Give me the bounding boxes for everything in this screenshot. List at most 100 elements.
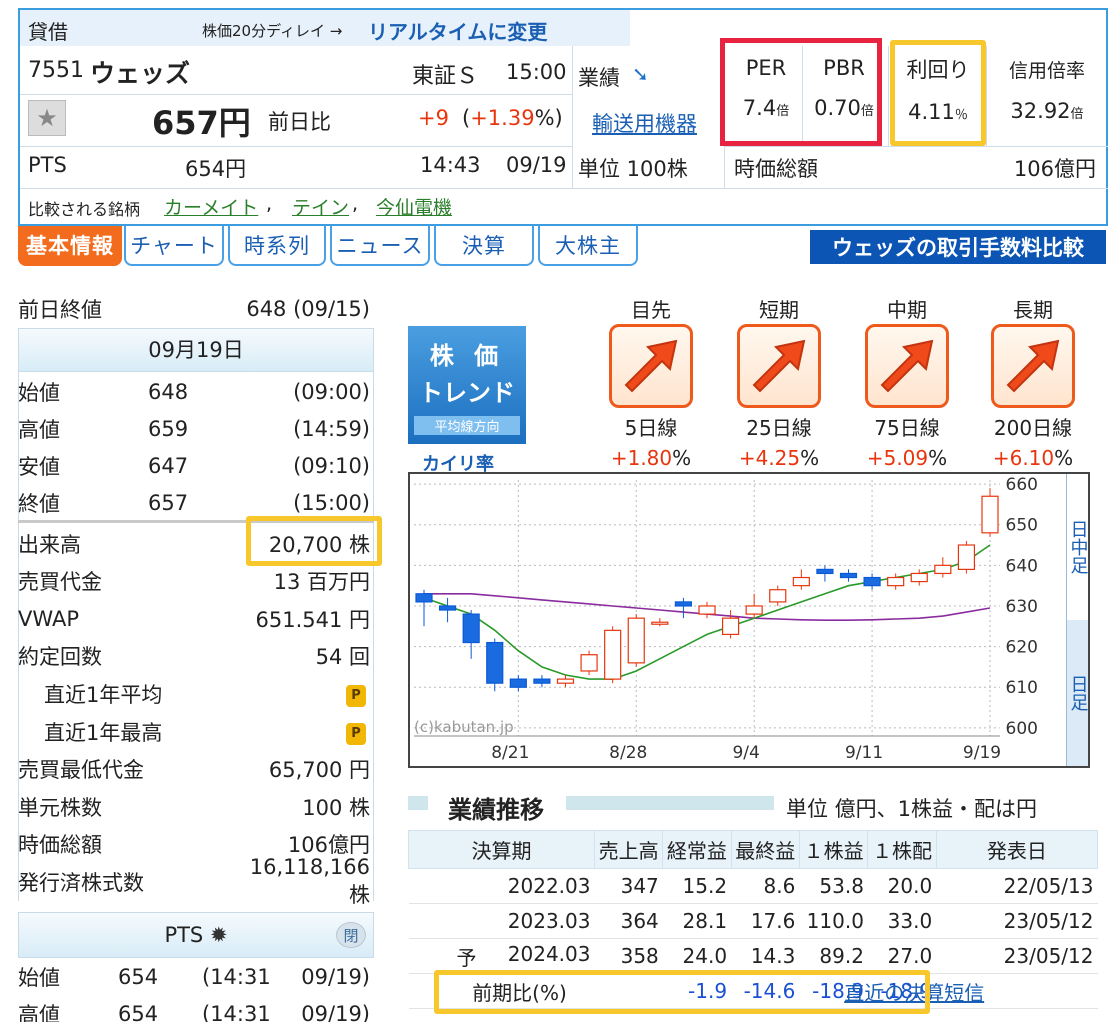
stat-row: 売買代金 13 百万円 bbox=[18, 563, 374, 600]
compared-link-carmate[interactable]: カーメイト bbox=[164, 193, 258, 220]
ohlc-row: 高値 659 (14:59) bbox=[18, 410, 374, 447]
quote-time: 15:00 bbox=[506, 60, 567, 84]
margin-value: 32.92 bbox=[1010, 99, 1071, 123]
stat-row: VWAP 651.541 円 bbox=[18, 600, 374, 637]
trend-up-arrow-icon bbox=[737, 324, 821, 408]
pts-header-label: PTS bbox=[164, 923, 204, 947]
candle-body bbox=[604, 629, 622, 680]
sector-link[interactable]: 輸送用機器 bbox=[592, 108, 697, 138]
candle-body bbox=[415, 593, 433, 603]
stat-label: VWAP bbox=[18, 606, 80, 631]
y-tick-label: 620 bbox=[1006, 638, 1038, 658]
y-tick-label: 630 bbox=[1006, 597, 1038, 617]
kairi-pct: +5.09 bbox=[866, 446, 929, 470]
trend-badge-line2: トレンド bbox=[419, 379, 515, 407]
candle-body bbox=[887, 576, 905, 587]
perf-cell: 14.3 bbox=[731, 938, 800, 974]
highlight-volume bbox=[246, 516, 382, 566]
trend-ma-label: 200日線 bbox=[993, 416, 1073, 440]
market-label: 東証Ｓ bbox=[412, 64, 479, 89]
premium-lock-icon[interactable]: P bbox=[346, 723, 366, 745]
perf-header-cell: 売上高 bbox=[593, 830, 664, 869]
ohlc-label: 終値 bbox=[18, 491, 60, 516]
perf-row: 2022.03 347 15.2 8.6 53.8 20.0 22/05/13 bbox=[408, 868, 1098, 904]
pts-header: PTS ✹ bbox=[18, 912, 374, 958]
x-tick-label: 9/11 bbox=[845, 743, 883, 763]
perf-period: 2023.03 bbox=[507, 909, 591, 933]
current-price: 657円 bbox=[152, 104, 251, 142]
settings-gear-icon: ✹ bbox=[209, 923, 228, 947]
highlight-yoy bbox=[434, 970, 930, 1014]
pts-close-button[interactable]: 閉 bbox=[336, 922, 366, 948]
tab-timeseries[interactable]: 時系列 bbox=[228, 226, 326, 266]
tab-earnings[interactable]: 決算 bbox=[434, 226, 534, 266]
ohlc-time: (14:59) bbox=[293, 416, 370, 441]
price-chart[interactable]: 600 610 620 630 640 650 660 8/21 8/28 9/4 9/11 9/19… bbox=[408, 472, 1090, 768]
price-chart-svg: 600 610 620 630 640 650 660 8/21 8/28 9/4 9/11 9/19… bbox=[414, 475, 1038, 763]
trend-ma-label: 25日線 bbox=[746, 416, 812, 440]
premium-lock-icon[interactable]: P bbox=[346, 685, 366, 708]
candle-body bbox=[934, 564, 952, 575]
ohlc-row: 安値 647 (09:10) bbox=[18, 447, 374, 484]
ohlc-time: (15:00) bbox=[293, 490, 370, 515]
forecast-prefix: 予 bbox=[456, 945, 477, 970]
ohlc-label: 始値 bbox=[18, 380, 60, 405]
stat-label: 出来高 bbox=[18, 532, 81, 557]
title-bar-mid bbox=[566, 796, 774, 810]
perf-cell: 364 bbox=[594, 903, 663, 939]
performance-unit-note: 単位 億円、1株益・配は円 bbox=[786, 797, 1038, 821]
perf-period-cell: 2023.03 bbox=[408, 903, 595, 939]
kairi-pct: +6.10 bbox=[992, 446, 1055, 470]
stat-row: 売買最低代金 65,700 円 bbox=[18, 751, 374, 788]
stock-name: ウェッズ bbox=[90, 59, 191, 88]
mcap-label: 時価総額 bbox=[734, 157, 818, 181]
fee-comparison-banner[interactable]: ウェッズの取引手数料比較 bbox=[810, 230, 1106, 264]
ohlc-value: 647 bbox=[148, 453, 189, 478]
tab-major-shareholders[interactable]: 大株主 bbox=[538, 226, 638, 266]
margin-unit: 倍 bbox=[1070, 107, 1084, 122]
compared-link-tein[interactable]: テイン bbox=[292, 193, 349, 220]
candle-body bbox=[769, 589, 787, 603]
ohlc-value: 657 bbox=[148, 490, 189, 515]
intraday-tab[interactable]: 日中足 bbox=[1066, 474, 1089, 620]
favorite-star-icon[interactable]: ★ bbox=[28, 100, 66, 136]
pts-row-time: (14:31 bbox=[202, 964, 271, 989]
pts-row: 始値 654 (14:31 09/19) bbox=[18, 958, 374, 995]
stat-row: 直近1年最高 P bbox=[18, 713, 374, 750]
candle-body bbox=[627, 617, 645, 664]
ohlc-label: 高値 bbox=[18, 417, 60, 442]
tanshin-cell: 直近の決算短信 bbox=[844, 973, 1098, 1009]
perf-period-cell: 予 2024.03 bbox=[408, 938, 595, 974]
performance-title: 業績推移 bbox=[448, 796, 544, 824]
lending-badge: 貸借 bbox=[28, 20, 68, 44]
stat-label: 時価総額 bbox=[18, 833, 102, 858]
kairi-unit: % bbox=[1054, 446, 1074, 470]
x-tick-label: 9/19 bbox=[963, 743, 1001, 763]
realtime-link[interactable]: リアルタイムに変更 bbox=[368, 16, 547, 45]
date-header: 09月19日 bbox=[18, 328, 374, 372]
tab-chart[interactable]: チャート bbox=[124, 226, 224, 266]
price-change-pct-value: +1.39 bbox=[470, 106, 535, 130]
tab-news[interactable]: ニュース bbox=[330, 226, 430, 266]
stat-label: 単元株数 bbox=[18, 795, 102, 820]
candle-body bbox=[792, 576, 810, 587]
trend-badge-line1: 株 価 bbox=[429, 342, 505, 370]
candle-body bbox=[486, 641, 504, 684]
tab-basic-info[interactable]: 基本情報 bbox=[18, 226, 122, 266]
perf-period-cell: 2022.03 bbox=[408, 868, 595, 904]
prev-day-label: 前日比 bbox=[268, 110, 331, 134]
daily-tab[interactable]: 日足 bbox=[1066, 620, 1089, 766]
x-tick-label: 8/21 bbox=[491, 743, 529, 763]
perf-cell: 110.0 bbox=[799, 903, 868, 939]
stat-row: 約定回数 54 回 bbox=[18, 638, 374, 675]
perf-cell: 89.2 bbox=[799, 938, 868, 974]
stat-value: 54 回 bbox=[315, 645, 370, 670]
candle-body bbox=[957, 544, 976, 570]
comma: , bbox=[266, 193, 273, 215]
perf-cell: 33.0 bbox=[867, 903, 937, 939]
perf-row: 予 2024.03 358 24.0 14.3 89.2 27.0 23/05/12 bbox=[408, 938, 1098, 974]
stat-value: 100 株 bbox=[302, 795, 370, 820]
compared-link-imasen[interactable]: 今仙電機 bbox=[376, 193, 452, 220]
stat-label: 直近1年平均 bbox=[44, 682, 163, 707]
ohlc-label: 安値 bbox=[18, 454, 60, 479]
